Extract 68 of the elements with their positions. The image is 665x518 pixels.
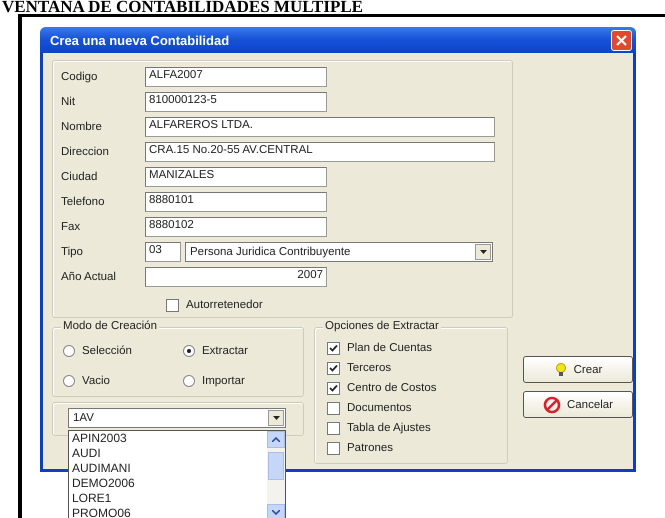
checkbox[interactable] — [327, 402, 340, 414]
radio-label: Importar — [202, 375, 245, 387]
checkbox-label: Autorretenedor — [186, 299, 263, 311]
text-field[interactable]: 8880101 — [145, 192, 327, 212]
group-title: Modo de Creación — [61, 320, 159, 332]
radio-button[interactable] — [63, 375, 75, 387]
list-item[interactable]: APIN2003 — [72, 431, 267, 446]
radio-label: Extractar — [202, 345, 248, 357]
radio-button[interactable] — [183, 345, 195, 357]
text-field[interactable]: CRA.15 No.20-55 AV.CENTRAL — [145, 142, 495, 162]
list-item[interactable]: PROMO06 — [72, 506, 267, 518]
field-label: Tipo — [61, 246, 84, 258]
scrollbar-thumb[interactable] — [268, 452, 284, 480]
radio-button[interactable] — [63, 345, 75, 357]
text-field[interactable]: ALFA2007 — [145, 66, 327, 86]
field-label: Direccion — [61, 146, 110, 158]
text-field[interactable]: ALFAREROS LTDA. — [145, 116, 495, 136]
radio-label: Vacio — [82, 375, 110, 387]
field-label: Año Actual — [61, 270, 117, 282]
scroll-up-button[interactable] — [267, 431, 285, 448]
checkbox[interactable] — [327, 422, 340, 434]
caret-down-icon — [480, 250, 486, 254]
dropdown-button[interactable] — [475, 244, 491, 260]
text-field[interactable]: 810000123-5 — [145, 92, 327, 112]
radio-button[interactable] — [183, 375, 195, 387]
page-heading: VENTANA DE CONTABILIDADES MULTIPLE — [1, 0, 364, 14]
close-button[interactable] — [611, 30, 632, 50]
checkbox-label: Patrones — [347, 442, 394, 454]
list-item[interactable]: LORE1 — [72, 491, 267, 506]
scrollbar[interactable] — [267, 431, 285, 518]
list-item[interactable]: DEMO2006 — [72, 476, 267, 491]
cancel-button[interactable]: Cancelar — [523, 391, 633, 418]
group-title: Opciones de Extractar — [323, 320, 441, 332]
checkbox[interactable] — [327, 362, 340, 374]
list-item[interactable]: AUDIMANI — [72, 461, 267, 476]
text-field[interactable]: 2007 — [145, 266, 327, 286]
field-label: Codigo — [61, 70, 98, 82]
create-button[interactable]: Crear — [523, 356, 633, 383]
checkbox-label: Centro de Costos — [347, 382, 436, 394]
field-label: Nit — [61, 96, 76, 108]
source-dropdown[interactable]: 1AV — [68, 408, 286, 428]
caret-down-icon — [272, 416, 280, 420]
chevron-down-icon — [272, 510, 280, 515]
field-label: Telefono — [61, 196, 106, 208]
field-label: Fax — [61, 220, 82, 232]
no-entry-icon — [542, 396, 561, 414]
checkbox[interactable] — [327, 382, 340, 394]
checkbox-label: Documentos — [347, 402, 412, 414]
checkbox[interactable] — [166, 298, 179, 312]
text-field[interactable]: MANIZALES — [145, 166, 327, 186]
radio-label: Selección — [82, 345, 132, 357]
checkbox-label: Tabla de Ajustes — [347, 422, 431, 434]
field-label: Ciudad — [61, 170, 98, 182]
checkbox-label: Terceros — [347, 362, 392, 374]
text-field[interactable]: 8880102 — [145, 216, 327, 236]
dropdown-button[interactable] — [268, 410, 284, 426]
checkbox[interactable] — [327, 442, 340, 454]
field-label: Nombre — [61, 120, 103, 132]
code-field[interactable]: 03 — [145, 242, 181, 262]
type-dropdown[interactable]: Persona Juridica Contribuyente — [185, 242, 493, 262]
close-icon — [616, 34, 627, 46]
list-item[interactable]: AUDI — [72, 446, 267, 461]
scroll-down-button[interactable] — [267, 504, 285, 518]
window-title: Crea una nueva Contabilidad — [50, 32, 230, 48]
lightbulb-icon — [554, 362, 568, 378]
checkbox-label: Plan de Cuentas — [347, 342, 432, 354]
checkbox[interactable] — [327, 342, 340, 354]
chevron-up-icon — [272, 437, 280, 442]
